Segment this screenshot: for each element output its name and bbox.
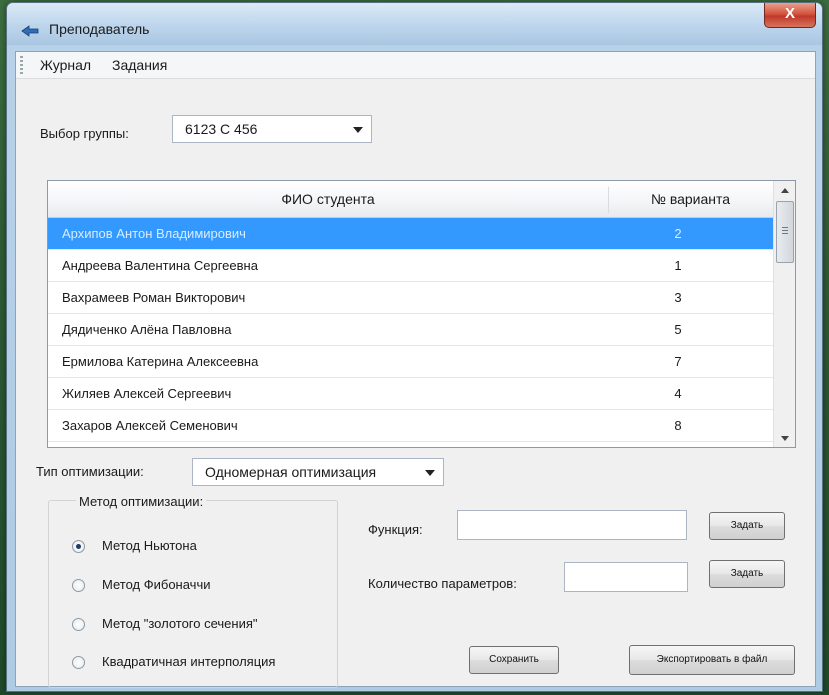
radio-label-quadratic[interactable]: Квадратичная интерполяция — [102, 654, 275, 669]
radio-label-fibonacci[interactable]: Метод Фибоначчи — [102, 577, 210, 592]
set-function-button[interactable]: Задать — [709, 512, 785, 540]
main-window: Преподаватель X Журнал Задания Выбор гру… — [6, 2, 823, 692]
chevron-down-icon — [425, 470, 435, 476]
scroll-up-icon[interactable] — [774, 181, 795, 199]
optimization-type-select[interactable]: Одномерная оптимизация — [192, 458, 444, 486]
radio-quadratic[interactable] — [72, 656, 85, 669]
column-header-fio[interactable]: ФИО студента — [48, 181, 608, 217]
table-header: ФИО студента № варианта — [48, 181, 773, 218]
app-arrow-icon — [21, 25, 39, 37]
table-row[interactable]: Вахрамеев Роман Викторович 3 — [48, 282, 773, 314]
table-row[interactable]: Андреева Валентина Сергеевна 1 — [48, 250, 773, 282]
table-row[interactable]: Ермилова Катерина Алексеевна 7 — [48, 346, 773, 378]
export-to-file-button[interactable]: Экспортировать в файл — [629, 645, 795, 675]
group-select[interactable]: 6123 С 456 — [172, 115, 372, 143]
variant-number: 7 — [674, 354, 682, 369]
radio-label-newton[interactable]: Метод Ньютона — [102, 538, 197, 553]
title-bar[interactable]: Преподаватель X — [7, 3, 822, 45]
radio-golden-section[interactable] — [72, 618, 85, 631]
menu-item-tasks[interactable]: Задания — [108, 57, 171, 73]
close-button[interactable]: X — [764, 3, 816, 28]
column-header-variant[interactable]: № варианта — [608, 181, 773, 217]
student-name: Жиляев Алексей Сергеевич — [62, 386, 232, 401]
menu-bar: Журнал Задания — [16, 52, 815, 79]
variant-number: 5 — [674, 322, 682, 337]
radio-fibonacci[interactable] — [72, 579, 85, 592]
variant-number: 2 — [674, 226, 682, 241]
optimization-type-label: Тип оптимизации: — [36, 464, 144, 479]
table-row[interactable]: Архипов Антон Владимирович 2 — [48, 218, 773, 250]
chevron-down-icon — [353, 127, 363, 133]
group-label: Выбор группы: — [40, 126, 129, 141]
function-label: Функция: — [368, 522, 423, 537]
grip-icon — [782, 227, 788, 235]
window-title: Преподаватель — [49, 21, 150, 37]
table-scrollbar[interactable] — [773, 181, 795, 447]
table-row[interactable]: Захаров Алексей Семенович 8 — [48, 410, 773, 442]
student-name: Захаров Алексей Семенович — [62, 418, 238, 433]
variant-number: 4 — [674, 386, 682, 401]
student-name: Дядиченко Алёна Павловна — [62, 322, 232, 337]
scroll-down-icon[interactable] — [774, 429, 795, 447]
set-params-button[interactable]: Задать — [709, 560, 785, 588]
students-table: ФИО студента № варианта Архипов Антон Вл… — [47, 180, 796, 448]
function-input[interactable] — [457, 510, 687, 540]
params-count-label: Количество параметров: — [368, 576, 517, 591]
menu-grip — [20, 56, 23, 74]
student-name: Ермилова Катерина Алексеевна — [62, 354, 259, 369]
variant-number: 3 — [674, 290, 682, 305]
student-name: Архипов Антон Владимирович — [62, 226, 246, 241]
radio-newton[interactable] — [72, 540, 85, 553]
variant-number: 8 — [674, 418, 682, 433]
radio-label-golden-section[interactable]: Метод "золотого сечения" — [102, 616, 258, 631]
optimization-type-value: Одномерная оптимизация — [205, 464, 377, 480]
scroll-thumb[interactable] — [776, 201, 794, 263]
table-row[interactable]: Дядиченко Алёна Павловна 5 — [48, 314, 773, 346]
student-name: Андреева Валентина Сергеевна — [62, 258, 258, 273]
save-button[interactable]: Сохранить — [469, 646, 559, 674]
student-name: Вахрамеев Роман Викторович — [62, 290, 246, 305]
variant-number: 1 — [674, 258, 682, 273]
method-group-title: Метод оптимизации: — [76, 494, 207, 509]
group-select-value: 6123 С 456 — [185, 121, 258, 137]
table-row[interactable]: Жиляев Алексей Сергеевич 4 — [48, 378, 773, 410]
menu-item-journal[interactable]: Журнал — [36, 57, 95, 73]
client-area: Журнал Задания Выбор группы: 6123 С 456 … — [15, 51, 816, 688]
params-count-input[interactable] — [564, 562, 688, 592]
